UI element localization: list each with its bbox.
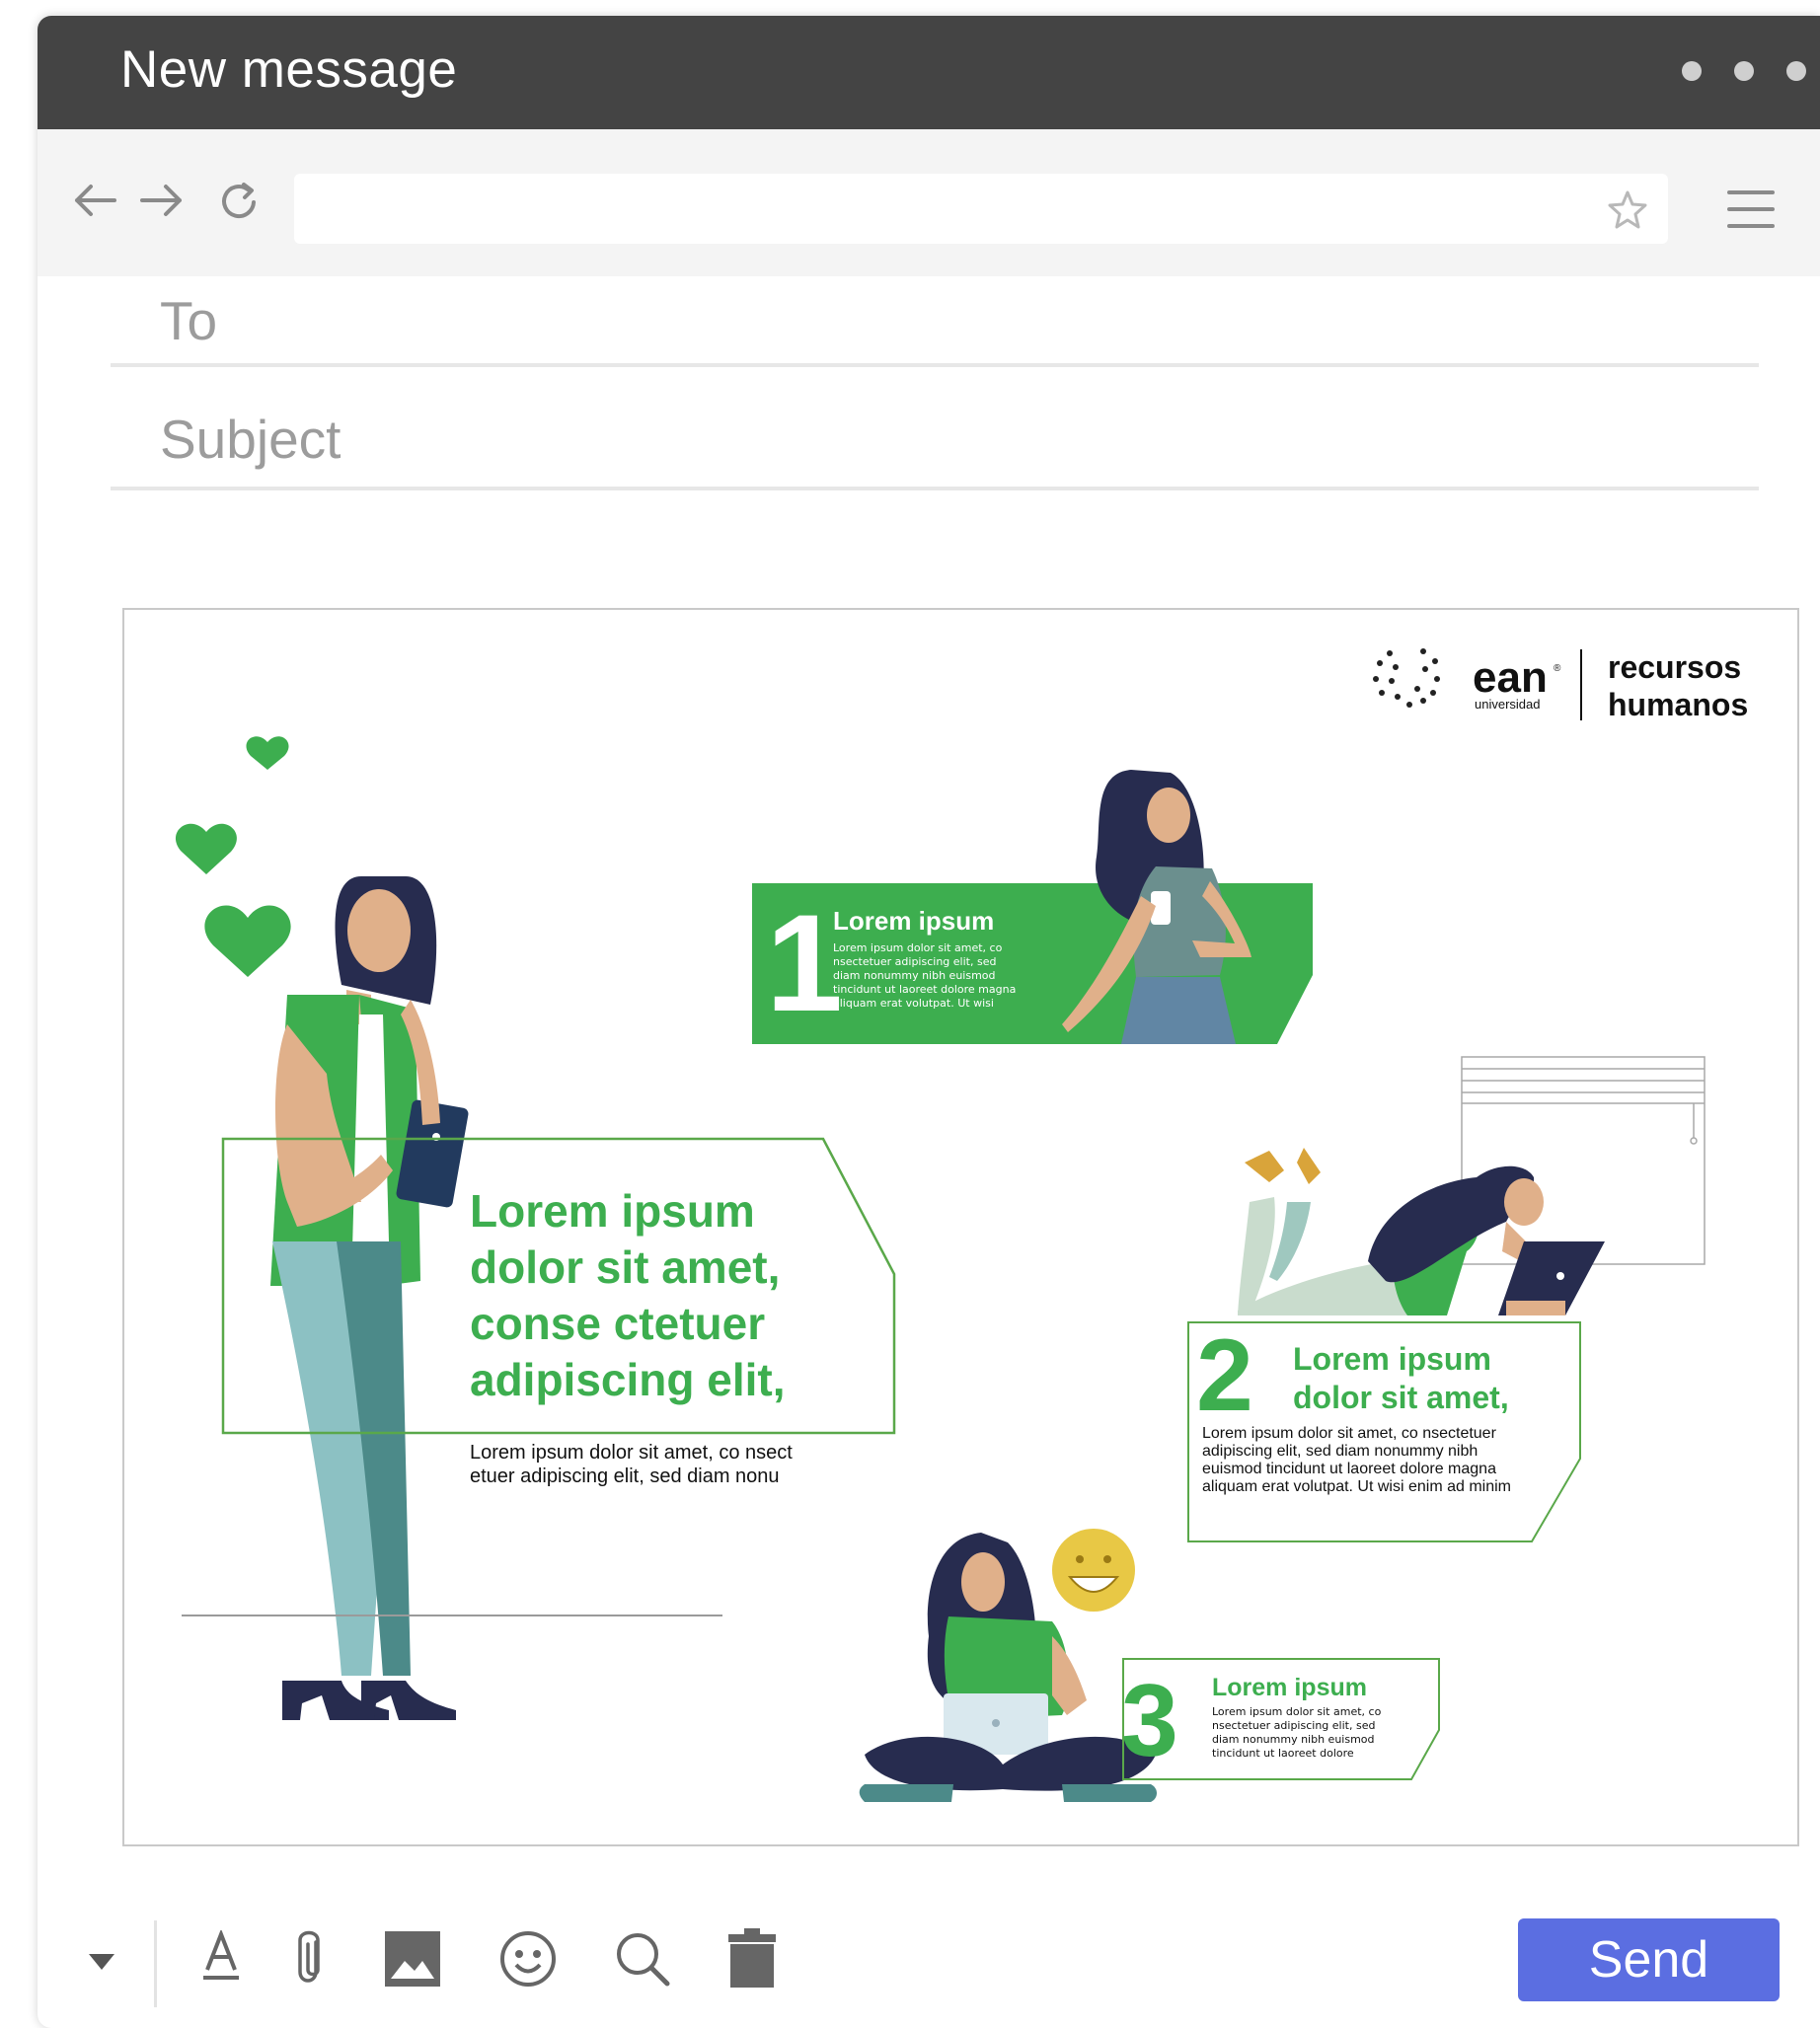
window-options[interactable] bbox=[1652, 16, 1820, 129]
step1-text: Lorem ipsum dolor sit amet, co nsectetue… bbox=[833, 941, 1016, 1011]
heart-icons bbox=[176, 736, 291, 977]
step3-text-line-1: Lorem ipsum dolor sit amet, co bbox=[1212, 1705, 1382, 1718]
woman-lying-laptop-illustration bbox=[1238, 1148, 1605, 1315]
search-icon[interactable] bbox=[614, 1930, 671, 1988]
step2-text-line-1: Lorem ipsum dolor sit amet, co nsectetue… bbox=[1202, 1425, 1496, 1442]
subject-field-underline bbox=[111, 487, 1759, 490]
window-dot-1[interactable] bbox=[1682, 61, 1702, 81]
step2-title-line-2: dolor sit amet, bbox=[1293, 1380, 1509, 1415]
title-bar: New message bbox=[38, 16, 1820, 129]
image-icon[interactable] bbox=[385, 1931, 440, 1987]
trash-icon[interactable] bbox=[728, 1928, 776, 1988]
subject-field-label[interactable]: Subject bbox=[160, 408, 341, 471]
banner-illustration: ean ® universidad recursos humanos bbox=[176, 648, 1748, 1802]
browser-toolbar bbox=[38, 129, 1820, 276]
star-icon[interactable] bbox=[1607, 189, 1648, 229]
window-dot-3[interactable] bbox=[1786, 61, 1806, 81]
step1-text-line-5: aliquam erat volutpat. Ut wisi bbox=[833, 997, 994, 1010]
step2-number: 2 bbox=[1196, 1318, 1253, 1433]
logo-line2: humanos bbox=[1608, 687, 1748, 722]
step3-title: Lorem ipsum bbox=[1212, 1674, 1367, 1701]
back-arrow-icon[interactable] bbox=[71, 181, 118, 220]
headline-line-4: adipiscing elit, bbox=[470, 1354, 786, 1405]
step2-text-line-4: aliquam erat volutpat. Ut wisi enim ad m… bbox=[1202, 1478, 1512, 1495]
logo-sub: universidad bbox=[1475, 697, 1541, 712]
step2-title: Lorem ipsum dolor sit amet, bbox=[1293, 1340, 1509, 1417]
step3-text-line-2: nsectetuer adipiscing elit, sed bbox=[1212, 1719, 1376, 1732]
woman-with-tablet-illustration bbox=[270, 876, 469, 1720]
text-format-icon[interactable] bbox=[201, 1930, 241, 1982]
smiley-icon bbox=[1052, 1529, 1135, 1612]
window-dot-2[interactable] bbox=[1734, 61, 1754, 81]
paperclip-icon[interactable] bbox=[294, 1928, 326, 1988]
step2-text: Lorem ipsum dolor sit amet, co nsectetue… bbox=[1202, 1425, 1511, 1496]
step2-text-line-2: adipiscing elit, sed diam nonummy nibh bbox=[1202, 1443, 1479, 1460]
step3-text: Lorem ipsum dolor sit amet, co nsectetue… bbox=[1212, 1705, 1381, 1761]
to-field-label[interactable]: To bbox=[160, 289, 217, 352]
main-headline: Lorem ipsum dolor sit amet, conse ctetue… bbox=[470, 1183, 786, 1408]
main-body-text: Lorem ipsum dolor sit amet, co nsect etu… bbox=[470, 1441, 793, 1488]
address-bar[interactable] bbox=[294, 174, 1668, 244]
hamburger-menu-icon[interactable] bbox=[1727, 188, 1775, 230]
step3-number: 3 bbox=[1121, 1664, 1178, 1778]
compose-bottom-bar: Send bbox=[38, 1901, 1820, 2028]
floor-line bbox=[182, 1615, 722, 1616]
main-body-line-2: etuer adipiscing elit, sed diam nonu bbox=[470, 1465, 780, 1487]
window-illustration bbox=[1461, 1056, 1706, 1265]
main-body-line-1: Lorem ipsum dolor sit amet, co nsect bbox=[470, 1442, 793, 1464]
to-field-underline bbox=[111, 363, 1759, 367]
ean-logo: ean ® universidad recursos humanos bbox=[1373, 648, 1748, 722]
compose-window: New message To Subject ean ® universidad… bbox=[38, 16, 1820, 2028]
step1-title: Lorem ipsum bbox=[833, 906, 995, 936]
headline-line-1: Lorem ipsum bbox=[470, 1185, 755, 1237]
email-banner-image: ean ® universidad recursos humanos Lorem… bbox=[122, 608, 1799, 1846]
step3-text-line-3: diam nonummy nibh euismod bbox=[1212, 1733, 1375, 1746]
logo-brand: ean bbox=[1473, 653, 1548, 702]
step1-text-line-4: tincidunt ut laoreet dolore magna bbox=[833, 983, 1017, 996]
logo-registered: ® bbox=[1554, 663, 1561, 674]
emoji-icon[interactable] bbox=[499, 1930, 557, 1988]
step1-text-line-1: Lorem ipsum dolor sit amet, co bbox=[833, 941, 1003, 954]
step2-text-line-3: euismod tincidunt ut laoreet dolore magn… bbox=[1202, 1461, 1496, 1477]
logo-line1: recursos bbox=[1608, 649, 1741, 685]
bottom-bar-divider bbox=[154, 1920, 157, 2007]
step1-number: 1 bbox=[766, 885, 843, 1040]
step2-title-line-1: Lorem ipsum bbox=[1293, 1341, 1491, 1377]
forward-arrow-icon[interactable] bbox=[138, 181, 186, 220]
step1-text-line-2: nsectetuer adipiscing elit, sed bbox=[833, 955, 997, 968]
headline-line-3: conse ctetuer bbox=[470, 1298, 766, 1349]
reload-icon[interactable] bbox=[218, 181, 264, 222]
window-title: New message bbox=[120, 40, 458, 99]
headline-line-2: dolor sit amet, bbox=[470, 1241, 781, 1293]
dropdown-caret-icon[interactable] bbox=[87, 1952, 116, 1972]
send-button[interactable]: Send bbox=[1518, 1918, 1780, 2001]
step1-text-line-3: diam nonummy nibh euismod bbox=[833, 969, 996, 982]
step3-text-line-4: tincidunt ut laoreet dolore bbox=[1212, 1747, 1354, 1760]
